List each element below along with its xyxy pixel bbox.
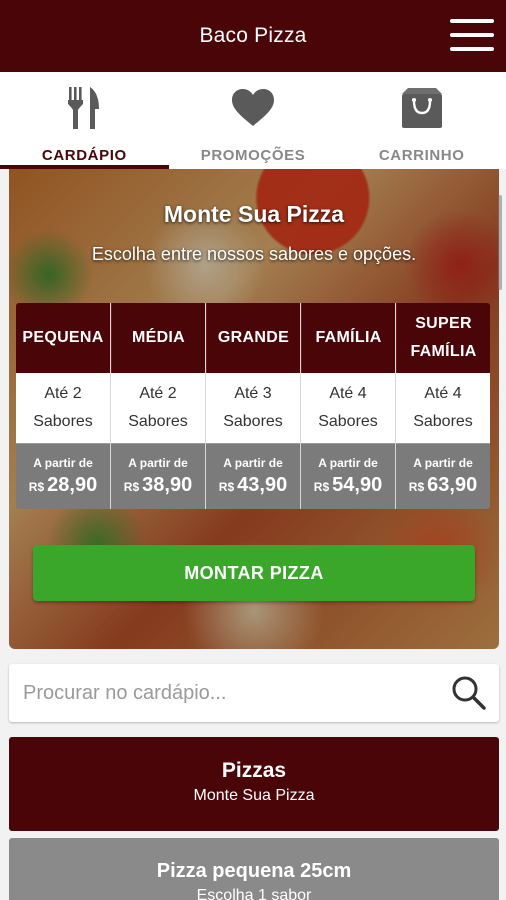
- size-name: PEQUENA: [16, 303, 110, 373]
- size-name: SUPER FAMÍLIA: [396, 303, 490, 373]
- size-price: A partir de R$ 38,90: [111, 443, 205, 509]
- search-input[interactable]: [9, 664, 439, 722]
- size-flavors: Até 4 Sabores: [301, 373, 395, 443]
- size-option-super-familia[interactable]: SUPER FAMÍLIA Até 4 Sabores A partir de R$…: [395, 303, 490, 509]
- size-name: MÉDIA: [111, 303, 205, 373]
- tab-carrinho[interactable]: CARRINHO: [337, 72, 506, 169]
- size-flavors: Até 4 Sabores: [396, 373, 490, 443]
- heart-icon: [231, 84, 275, 132]
- tab-label: PROMOÇÕES: [200, 147, 306, 164]
- hero-subtitle: Escolha entre nossos sabores e opções.: [91, 244, 417, 264]
- category-title: Pizza pequena 25cm: [156, 860, 352, 882]
- search-bar: [9, 664, 499, 722]
- fork-knife-icon: [66, 84, 102, 132]
- size-price: A partir de R$ 28,90: [16, 443, 110, 509]
- size-price: A partir de R$ 43,90: [206, 443, 300, 509]
- search-icon[interactable]: [439, 664, 499, 722]
- tab-label: CARRINHO: [378, 147, 465, 164]
- size-option-media[interactable]: MÉDIA Até 2 Sabores A partir de R$ 38,90: [110, 303, 205, 509]
- build-pizza-panel: Monte Sua Pizza Escolha entre nossos sab…: [9, 169, 499, 649]
- category-subtitle: Monte Sua Pizza: [193, 787, 315, 804]
- tab-bar: CARDÁPIO PROMOÇÕES CARRINHO: [0, 72, 506, 169]
- size-name: GRANDE: [206, 303, 300, 373]
- app-title: Baco Pizza: [199, 24, 307, 47]
- category-pizzas[interactable]: Pizzas Monte Sua Pizza: [9, 737, 499, 831]
- size-table: PEQUENA Até 2 Sabores A partir de R$ 28,90…: [16, 303, 490, 509]
- app-header: Baco Pizza: [0, 0, 506, 72]
- size-option-familia[interactable]: FAMÍLIA Até 4 Sabores A partir de R$ 54,90: [300, 303, 395, 509]
- size-name: FAMÍLIA: [301, 303, 395, 373]
- hamburger-menu-icon[interactable]: [450, 16, 494, 54]
- size-flavors: Até 2 Sabores: [16, 373, 110, 443]
- size-price: A partir de R$ 54,90: [301, 443, 395, 509]
- scrollbar[interactable]: [498, 195, 502, 290]
- hero-title: Monte Sua Pizza: [163, 201, 345, 227]
- size-flavors: Até 3 Sabores: [206, 373, 300, 443]
- shopping-bag-icon: [400, 84, 444, 132]
- build-pizza-button[interactable]: MONTAR PIZZA: [33, 545, 475, 601]
- category-subtitle: Escolha 1 sabor: [196, 887, 312, 900]
- category-title: Pizzas: [221, 759, 287, 782]
- tab-promocoes[interactable]: PROMOÇÕES: [169, 72, 338, 169]
- size-option-pequena[interactable]: PEQUENA Até 2 Sabores A partir de R$ 28,90: [16, 303, 110, 509]
- size-price: A partir de R$ 63,90: [396, 443, 490, 509]
- tab-cardapio[interactable]: CARDÁPIO: [0, 72, 169, 169]
- tab-label: CARDÁPIO: [41, 147, 127, 164]
- size-option-grande[interactable]: GRANDE Até 3 Sabores A partir de R$ 43,90: [205, 303, 300, 509]
- size-flavors: Até 2 Sabores: [111, 373, 205, 443]
- category-pizza-pequena[interactable]: Pizza pequena 25cm Escolha 1 sabor: [9, 838, 499, 900]
